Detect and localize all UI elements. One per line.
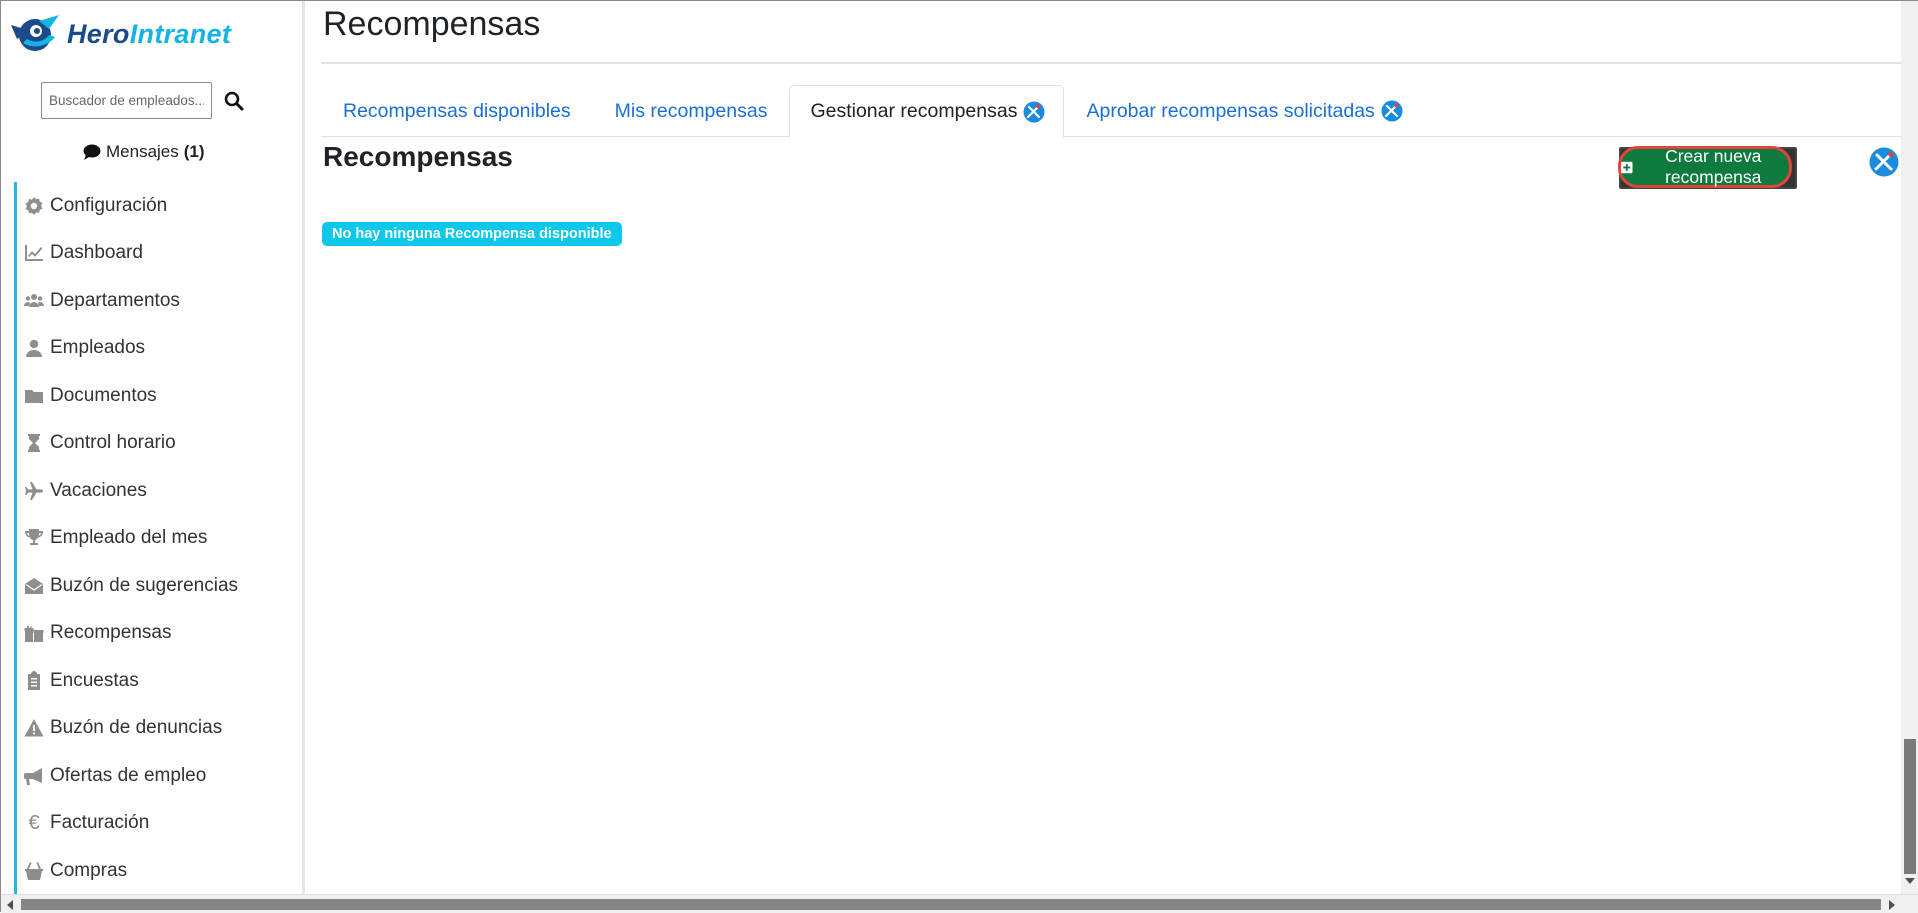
brand-name-hero: Hero bbox=[67, 18, 130, 49]
page-title: Recompensas bbox=[323, 5, 541, 43]
sidebar-item-recompensas[interactable]: Recompensas bbox=[14, 609, 302, 657]
sidebar: HeroIntranet Mensajes (1) Configuración bbox=[1, 1, 305, 894]
brand-logo[interactable]: HeroIntranet bbox=[9, 13, 231, 55]
sidebar-item-label: Empleados bbox=[50, 337, 146, 359]
tab-gestionar-recompensas[interactable]: Gestionar recompensas bbox=[789, 85, 1065, 138]
tab-aprobar-recompensas[interactable]: Aprobar recompensas solicitadas bbox=[1064, 85, 1424, 137]
scroll-down-arrow-icon[interactable] bbox=[1905, 878, 1915, 884]
tab-label: Gestionar recompensas bbox=[810, 100, 1018, 122]
brand-name: HeroIntranet bbox=[67, 19, 231, 50]
sidebar-item-label: Encuestas bbox=[50, 669, 139, 691]
tab-bar: Recompensas disponibles Mis recompensas … bbox=[321, 85, 1901, 138]
sidebar-item-configuracion[interactable]: Configuración bbox=[14, 182, 302, 230]
sidebar-item-label: Facturación bbox=[50, 812, 150, 834]
admin-tools-icon bbox=[1023, 101, 1045, 122]
comment-icon bbox=[83, 144, 101, 160]
sidebar-item-label: Documentos bbox=[50, 384, 157, 406]
sidebar-item-label: Buzón de sugerencias bbox=[50, 574, 239, 596]
vertical-scroll-thumb[interactable] bbox=[1904, 739, 1916, 874]
sidebar-item-label: Configuración bbox=[50, 194, 168, 216]
employee-search-input[interactable] bbox=[41, 82, 212, 119]
users-icon bbox=[24, 291, 44, 311]
sidebar-item-label: Compras bbox=[50, 859, 128, 881]
sidebar-item-ofertas-empleo[interactable]: Ofertas de empleo bbox=[14, 752, 302, 800]
sidebar-item-departamentos[interactable]: Departamentos bbox=[14, 277, 302, 325]
sidebar-item-label: Recompensas bbox=[50, 622, 172, 644]
tab-label: Recompensas disponibles bbox=[343, 99, 571, 122]
tab-mis-recompensas[interactable]: Mis recompensas bbox=[593, 85, 790, 137]
tab-label: Aprobar recompensas solicitadas bbox=[1086, 99, 1375, 122]
gear-icon bbox=[24, 196, 44, 216]
sidebar-item-empleados[interactable]: Empleados bbox=[14, 324, 302, 372]
create-reward-button[interactable]: Crear nueva recompensa bbox=[1618, 146, 1792, 188]
chart-line-icon bbox=[24, 243, 44, 263]
create-reward-label: Crear nueva recompensa bbox=[1665, 146, 1762, 187]
employee-search bbox=[41, 82, 244, 119]
plus-square-icon bbox=[1621, 161, 1633, 173]
sidebar-item-compras[interactable]: Compras bbox=[14, 847, 302, 894]
sidebar-item-buzon-denuncias[interactable]: Buzón de denuncias bbox=[14, 704, 302, 752]
brand-name-intranet: Intranet bbox=[129, 18, 232, 49]
gifts-icon bbox=[24, 623, 44, 643]
tab-recompensas-disponibles[interactable]: Recompensas disponibles bbox=[321, 85, 593, 137]
plane-icon bbox=[24, 481, 44, 501]
euro-icon: € bbox=[28, 811, 40, 834]
admin-tools-icon[interactable] bbox=[1869, 147, 1899, 177]
admin-tools-icon bbox=[1381, 100, 1403, 122]
clipboard-list-icon bbox=[24, 670, 44, 691]
sidebar-item-empleado-del-mes[interactable]: Empleado del mes bbox=[14, 514, 302, 562]
user-icon bbox=[24, 338, 44, 358]
sidebar-item-label: Departamentos bbox=[50, 289, 180, 311]
empty-state-badge: No hay ninguna Recompensa disponible bbox=[322, 222, 622, 246]
envelope-open-icon bbox=[24, 576, 44, 596]
sidebar-item-label: Ofertas de empleo bbox=[50, 764, 207, 786]
basket-icon bbox=[24, 861, 44, 881]
sidebar-item-control-horario[interactable]: Control horario bbox=[14, 419, 302, 467]
trophy-icon bbox=[24, 528, 44, 548]
messages-link[interactable]: Mensajes (1) bbox=[83, 142, 205, 162]
sidebar-item-buzon-sugerencias[interactable]: Buzón de sugerencias bbox=[14, 562, 302, 610]
sidebar-nav: Configuración Dashboard Departamentos Em… bbox=[14, 182, 302, 894]
folder-icon bbox=[24, 386, 44, 406]
sidebar-item-label: Buzón de denuncias bbox=[50, 717, 223, 739]
messages-count: (1) bbox=[183, 142, 205, 161]
hourglass-icon bbox=[24, 433, 44, 453]
tab-label: Mis recompensas bbox=[614, 99, 768, 122]
app-window: HeroIntranet Mensajes (1) Configuración bbox=[0, 0, 1918, 913]
scroll-left-arrow-icon[interactable] bbox=[7, 900, 13, 910]
main-content: Recompensas Recompensas disponibles Mis … bbox=[321, 1, 1901, 894]
megaphone-icon bbox=[24, 766, 44, 786]
horizontal-scroll-thumb[interactable] bbox=[21, 899, 1881, 910]
sidebar-item-label: Control horario bbox=[50, 432, 176, 454]
sidebar-item-dashboard[interactable]: Dashboard bbox=[14, 229, 302, 277]
sidebar-item-documentos[interactable]: Documentos bbox=[14, 372, 302, 420]
horizontal-scrollbar[interactable] bbox=[1, 894, 1918, 913]
messages-label: Mensajes bbox=[106, 142, 179, 161]
sidebar-item-encuestas[interactable]: Encuestas bbox=[14, 657, 302, 705]
section-title: Recompensas bbox=[323, 141, 513, 172]
hero-logo-icon bbox=[11, 15, 59, 51]
sidebar-item-facturacion[interactable]: € Facturación bbox=[14, 799, 302, 847]
sidebar-item-label: Dashboard bbox=[50, 242, 143, 264]
vertical-scrollbar[interactable] bbox=[1901, 1, 1918, 894]
sidebar-item-vacaciones[interactable]: Vacaciones bbox=[14, 467, 302, 515]
sidebar-item-label: Vacaciones bbox=[50, 479, 147, 501]
scroll-right-arrow-icon[interactable] bbox=[1889, 900, 1895, 910]
sidebar-item-label: Empleado del mes bbox=[50, 527, 208, 549]
search-icon[interactable] bbox=[224, 91, 244, 111]
warning-icon bbox=[24, 718, 44, 738]
title-divider bbox=[321, 62, 1901, 64]
